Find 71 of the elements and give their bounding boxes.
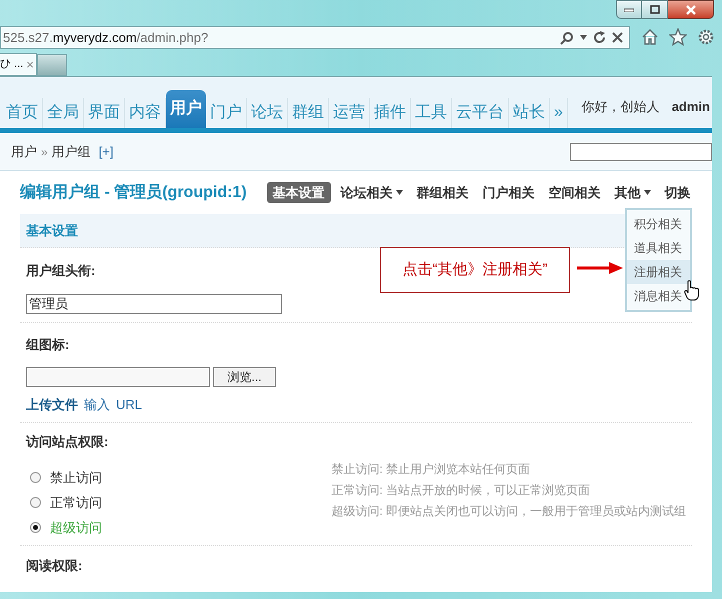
- search-icon[interactable]: [560, 30, 574, 44]
- sub-nav-tab[interactable]: 群组相关: [412, 182, 473, 202]
- field-label: 组图标:: [26, 336, 70, 354]
- tab-link[interactable]: 上传文件: [26, 395, 78, 414]
- sub-nav-tab[interactable]: 切换: [660, 182, 695, 202]
- nav-tab[interactable]: 门户: [206, 98, 247, 128]
- nav-tab[interactable]: 首页: [2, 98, 43, 128]
- browser-tab[interactable]: ひ ... ×: [0, 53, 37, 76]
- radio-button[interactable]: [30, 472, 41, 483]
- field-label: 用户组头衔:: [26, 262, 96, 280]
- tab-link[interactable]: 输入: [84, 395, 110, 414]
- greeting-text: 你好，创始人: [582, 98, 660, 116]
- nav-tab[interactable]: 论坛: [247, 98, 288, 128]
- nav-tab[interactable]: 用户: [166, 90, 206, 128]
- sub-nav-tab[interactable]: 论坛相关: [336, 182, 407, 202]
- nav-tab[interactable]: »: [550, 98, 568, 128]
- close-icon: [684, 4, 696, 14]
- arrow-icon: [577, 262, 623, 274]
- settings-icon[interactable]: [697, 28, 715, 46]
- radio-option[interactable]: 正常访问: [30, 493, 326, 512]
- radio-button[interactable]: [30, 497, 41, 508]
- nav-tab[interactable]: 全局: [43, 98, 84, 128]
- close-icon[interactable]: [612, 32, 623, 43]
- help-text: 超级访问: 即便站点关闭也可以访问，一般用于管理员或站内测试组: [331, 503, 686, 520]
- nav-tab[interactable]: 插件: [370, 98, 411, 128]
- radio-option[interactable]: 禁止访问: [30, 468, 326, 487]
- input-field[interactable]: 管理员: [26, 294, 282, 314]
- nav-tab[interactable]: 界面: [84, 98, 125, 128]
- refresh-icon[interactable]: [593, 31, 606, 44]
- radio-option[interactable]: 超级访问: [30, 518, 326, 537]
- caret-icon[interactable]: [580, 35, 587, 40]
- minimize-button[interactable]: [616, 0, 642, 19]
- help-text: 禁止访问: 禁止用户浏览本站任何页面: [331, 461, 531, 478]
- nav-tab[interactable]: 群组: [288, 98, 329, 128]
- close-button[interactable]: [668, 0, 714, 19]
- nav-tab[interactable]: 云平台: [452, 98, 509, 128]
- nav-tab[interactable]: 运营: [329, 98, 370, 128]
- username-link[interactable]: admin: [672, 97, 710, 116]
- callout-text: 点击“其他》注册相关”: [402, 260, 548, 280]
- sub-nav-tab[interactable]: 基本设置: [266, 182, 331, 204]
- address-bar[interactable]: 525.s27.myverydz.com/admin.php?: [0, 26, 630, 49]
- star-icon[interactable]: [669, 28, 687, 46]
- breadcrumb-separator: »: [41, 144, 48, 160]
- tab-title: ひ ...: [0, 57, 24, 72]
- url-text: 525.s27.myverydz.com/admin.php?: [2, 28, 208, 47]
- sub-nav-tab[interactable]: 其他: [610, 182, 655, 202]
- add-link[interactable]: [+]: [98, 142, 114, 162]
- menu-item[interactable]: 注册相关: [627, 260, 690, 284]
- menu-item[interactable]: 道具相关: [627, 236, 690, 260]
- field-label: 访问站点权限:: [26, 432, 108, 450]
- breadcrumb-link[interactable]: 用户组: [52, 142, 91, 162]
- breadcrumb-link[interactable]: 用户: [11, 142, 37, 162]
- sub-nav-tab[interactable]: 门户相关: [478, 182, 539, 202]
- help-text: 正常访问: 当站点开放的时候，可以正常浏览页面: [331, 482, 591, 499]
- sub-nav-tab[interactable]: 空间相关: [544, 182, 605, 202]
- tab-close-button[interactable]: ×: [26, 54, 34, 74]
- section-title: 基本设置: [26, 222, 78, 240]
- nav-tab[interactable]: 工具: [411, 98, 452, 128]
- home-icon[interactable]: [641, 28, 659, 46]
- maximize-button[interactable]: [642, 0, 668, 19]
- file-input-field[interactable]: [26, 367, 210, 387]
- tab-link[interactable]: URL: [116, 395, 142, 414]
- search-field[interactable]: [570, 142, 712, 160]
- nav-tab[interactable]: 站长: [509, 98, 550, 128]
- minimize-icon: [624, 8, 634, 12]
- field-label: 阅读权限:: [26, 557, 82, 575]
- radio-button[interactable]: [30, 522, 41, 533]
- maximize-icon: [650, 5, 660, 14]
- menu-item[interactable]: 积分相关: [627, 212, 690, 236]
- page-title: 编辑用户组 - 管理员(groupid:1): [20, 182, 247, 202]
- browse-button[interactable]: 浏览...: [213, 367, 276, 387]
